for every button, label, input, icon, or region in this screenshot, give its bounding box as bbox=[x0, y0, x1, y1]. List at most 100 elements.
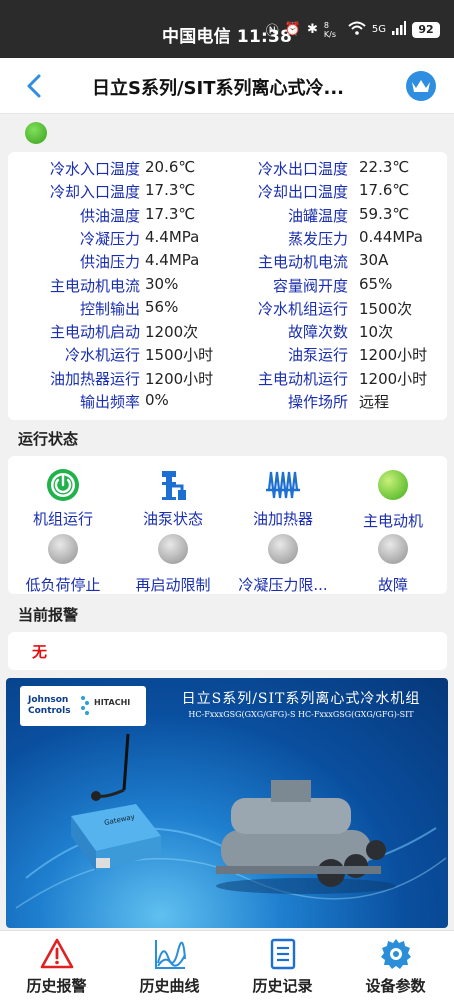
param-value: 10次 bbox=[359, 323, 394, 342]
status-label: 油泵状态 bbox=[142, 510, 203, 528]
param-label: 冷却入口温度 bbox=[49, 183, 140, 202]
status-oil-pump: 油泵状态 bbox=[118, 468, 228, 529]
crown-icon bbox=[412, 80, 430, 92]
param-value: 59.3℃ bbox=[359, 204, 410, 223]
param-value: 4.4MPa bbox=[145, 227, 200, 246]
param-label: 油加热器运行 bbox=[49, 369, 140, 388]
param-value: 22.3℃ bbox=[359, 158, 410, 176]
param-value: 0.44MPa bbox=[359, 227, 423, 246]
current-alarm-title: 当前报警 bbox=[18, 606, 79, 624]
signal-icon bbox=[392, 20, 406, 39]
run-status-title: 运行状态 bbox=[18, 430, 79, 448]
vip-crown-button[interactable] bbox=[406, 71, 436, 101]
status-restart-limit: 再启动限制 bbox=[118, 532, 228, 595]
page-title: 日立S系列/SIT系列离心式冷... bbox=[92, 78, 344, 99]
param-label: 油罐温度 bbox=[287, 206, 348, 225]
nav-label: 设备参数 bbox=[365, 977, 426, 995]
param-row: 供油压力 4.4MPa 主电动机电流 30A bbox=[8, 251, 447, 274]
status-oil-heater: 油加热器 bbox=[228, 468, 338, 529]
param-value: 远程 bbox=[359, 393, 390, 411]
parameters-card: 冷水入口温度 20.6℃ 冷水出口温度 22.3℃ 冷却入口温度 17.3℃ 冷却出口温度 1… bbox=[8, 152, 447, 420]
param-label: 控制输出 bbox=[79, 299, 140, 318]
status-ball-icon bbox=[46, 534, 80, 568]
param-row: 冷水机运行 1500小时 油泵运行 1200小时 bbox=[8, 344, 447, 367]
param-value: 1200次 bbox=[145, 323, 199, 342]
bluetooth-icon: ✱ bbox=[306, 22, 318, 37]
param-label: 输出频率 bbox=[79, 393, 140, 411]
param-value: 1200小时 bbox=[359, 346, 428, 365]
param-value: 1200小时 bbox=[145, 369, 214, 388]
param-value: 1200小时 bbox=[359, 369, 428, 388]
param-label: 容量阀开度 bbox=[272, 276, 348, 295]
status-label: 再启动限制 bbox=[135, 576, 211, 594]
status-label: 冷凝压力限... bbox=[238, 576, 328, 594]
bottom-navigation: 历史报警 历史曲线 历史记录 设备参数 bbox=[0, 930, 454, 1001]
param-label: 主电动机运行 bbox=[257, 369, 348, 388]
param-value: 17.6℃ bbox=[359, 181, 410, 200]
status-low-load-stop: 低负荷停止 bbox=[8, 532, 118, 595]
param-row: 冷凝压力 4.4MPa 蒸发压力 0.44MPa bbox=[8, 228, 447, 251]
param-row: 冷水入口温度 20.6℃ 冷水出口温度 22.3℃ bbox=[8, 158, 447, 181]
param-label: 冷水入口温度 bbox=[49, 160, 140, 178]
param-label: 供油压力 bbox=[79, 253, 140, 272]
network-type: 5G bbox=[371, 24, 386, 35]
param-label: 主电动机电流 bbox=[49, 276, 140, 295]
alarm-warning-icon bbox=[40, 937, 74, 971]
param-label: 蒸发压力 bbox=[287, 229, 348, 248]
param-row: 供油温度 17.3℃ 油罐温度 59.3℃ bbox=[8, 205, 447, 228]
nav-history-record[interactable]: 历史记录 bbox=[226, 937, 339, 996]
param-row: 输出频率 0% 操作场所 远程 bbox=[8, 391, 447, 414]
param-row: 主电动机电流 30% 容量阀开度 65% bbox=[8, 275, 447, 298]
settings-gear-icon bbox=[379, 937, 413, 971]
status-icons: Ⓝ ⏰ ✱ 8 K/s 5G 92 bbox=[266, 20, 440, 39]
status-unit-running: 机组运行 bbox=[8, 468, 118, 529]
param-row: 控制输出 56% 冷水机组运行 1500次 bbox=[8, 298, 447, 321]
param-value: 1500小时 bbox=[145, 346, 214, 365]
param-value: 30A bbox=[359, 251, 389, 270]
param-label: 冷却出口温度 bbox=[257, 183, 348, 202]
param-label: 冷水机运行 bbox=[64, 346, 140, 365]
status-ball-icon bbox=[376, 534, 410, 568]
status-condensing-pressure-limit: 冷凝压力限... bbox=[228, 532, 338, 595]
back-button[interactable] bbox=[22, 72, 48, 100]
status-label: 故障 bbox=[377, 576, 408, 594]
nav-history-curve[interactable]: 历史曲线 bbox=[113, 937, 226, 996]
nfc-icon: Ⓝ bbox=[265, 24, 279, 39]
status-ball-icon bbox=[156, 534, 190, 568]
gateway-device-image: Gateway bbox=[66, 796, 166, 876]
param-label: 冷水出口温度 bbox=[257, 160, 348, 178]
wifi-icon bbox=[348, 21, 366, 39]
online-status-indicator bbox=[25, 122, 47, 144]
product-banner: Johnson Controls HITACHI 日立S系列/SIT系列离心式冷… bbox=[6, 678, 448, 928]
power-on-icon bbox=[46, 468, 80, 502]
param-row: 冷却入口温度 17.3℃ 冷却出口温度 17.6℃ bbox=[8, 181, 447, 204]
run-status-card: 机组运行 油泵状态 油加热器 主电动机 低负荷停止 再启动限制 冷凝压力限...… bbox=[8, 456, 447, 594]
param-value: 17.3℃ bbox=[145, 204, 196, 223]
nav-label: 历史曲线 bbox=[139, 977, 200, 995]
oil-pump-icon bbox=[156, 468, 190, 502]
param-value: 56% bbox=[145, 297, 179, 316]
nav-label: 历史报警 bbox=[26, 977, 87, 995]
param-value: 4.4MPa bbox=[145, 251, 200, 270]
chiller-unit-image bbox=[211, 778, 401, 898]
nav-device-params[interactable]: 设备参数 bbox=[339, 937, 452, 996]
param-row: 油加热器运行 1200小时 主电动机运行 1200小时 bbox=[8, 368, 447, 391]
nav-label: 历史记录 bbox=[252, 977, 313, 995]
heater-icon bbox=[266, 468, 300, 502]
back-arrow-icon bbox=[27, 74, 41, 98]
alarm-text: 无 bbox=[32, 643, 48, 661]
param-label: 供油温度 bbox=[79, 206, 140, 225]
nav-history-alarm[interactable]: 历史报警 bbox=[0, 937, 113, 996]
status-main-motor: 主电动机 bbox=[338, 468, 448, 531]
param-label: 主电动机电流 bbox=[257, 253, 348, 272]
param-label: 冷水机组运行 bbox=[257, 299, 348, 318]
status-fault: 故障 bbox=[338, 532, 448, 595]
param-value: 1500次 bbox=[359, 299, 413, 318]
param-label: 故障次数 bbox=[287, 323, 348, 342]
param-label: 冷凝压力 bbox=[79, 229, 140, 248]
system-status-bar: 中国电信 11:38 Ⓝ ⏰ ✱ 8 K/s 5G 92 bbox=[0, 0, 454, 58]
status-label: 低负荷停止 bbox=[25, 576, 101, 594]
data-speed: 8 K/s bbox=[323, 20, 336, 39]
param-label: 操作场所 bbox=[287, 393, 348, 411]
motor-status-icon bbox=[376, 470, 410, 504]
